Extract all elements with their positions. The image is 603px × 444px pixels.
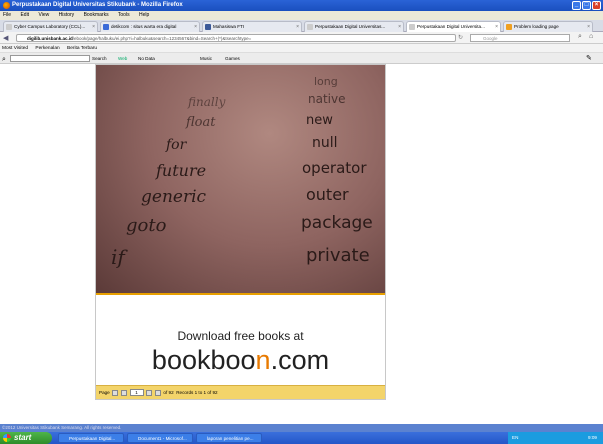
start-button[interactable]: start: [0, 432, 52, 444]
tab-detikcom[interactable]: detikcom : situs warta era digital ×: [100, 21, 200, 32]
tab-problem-loading[interactable]: Problem loading page ×: [503, 21, 593, 32]
first-page-button[interactable]: [112, 389, 119, 396]
close-tab-icon[interactable]: ×: [92, 22, 95, 32]
clock: 9:09: [588, 435, 597, 440]
menu-edit[interactable]: Edit: [20, 12, 29, 18]
page-icon: [6, 24, 12, 30]
cover-word: float: [186, 115, 216, 130]
bookmark-berita-terbaru[interactable]: Berita Terbaru: [67, 46, 97, 51]
menu-view[interactable]: View: [38, 12, 49, 18]
cover-word: if: [111, 245, 125, 269]
search-placeholder: Google: [483, 36, 498, 41]
cover-word: operator: [302, 159, 367, 177]
wrench-icon[interactable]: ✎: [586, 53, 592, 64]
ebook-viewer: finally float for future generic goto if…: [95, 64, 386, 400]
system-tray: EN 9:09: [508, 432, 603, 444]
close-tab-icon[interactable]: ×: [587, 22, 590, 32]
status-bar: ©2012 Universitas Stikubank Semarang. Al…: [0, 424, 603, 432]
toolbar-no-data[interactable]: No Data: [138, 53, 155, 64]
cover-word: null: [312, 135, 338, 151]
warning-icon: [506, 24, 512, 30]
firefox-icon: [3, 2, 10, 9]
url-path: /ebook/page/halbuku/ei.php?i=halbuku&sea…: [72, 36, 252, 41]
page-content: finally float for future generic goto if…: [0, 64, 603, 424]
task-word-document[interactable]: Document1 - Microsof...: [127, 433, 193, 443]
page-icon: [307, 24, 313, 30]
page-number-input[interactable]: 1: [129, 389, 144, 397]
cover-word: generic: [141, 187, 207, 207]
toolbar-web[interactable]: Web: [118, 53, 127, 64]
addon-toolbar: ⌕ Search Web No Data Music Games ✎: [0, 53, 603, 64]
tab-mahasiswa-fti[interactable]: Mahasiswa FTI ×: [202, 21, 302, 32]
ad-tagline: Download free books at: [177, 329, 304, 343]
pagination-bar: Page 1 of 92 Records 1 to 1 of 92: [96, 385, 385, 399]
page-icon: [103, 24, 109, 30]
window-title: Perpustakaan Digital Universitas Stikuba…: [12, 2, 183, 8]
task-firefox[interactable]: Perpustakaan Digital...: [58, 433, 124, 443]
toolbar-search[interactable]: Search: [92, 53, 107, 64]
close-tab-icon[interactable]: ×: [194, 22, 197, 32]
page-count: of 92: [163, 390, 174, 395]
page-label: Page: [99, 390, 110, 395]
cover-word: new: [306, 113, 333, 128]
close-tab-icon[interactable]: ×: [495, 22, 498, 32]
records-info: Records 1 to 1 of 92: [176, 390, 218, 395]
menu-help[interactable]: Help: [139, 12, 149, 18]
bookmark-perkenalan[interactable]: Perkenalan: [35, 46, 59, 51]
page-icon: [409, 24, 415, 30]
prev-page-button[interactable]: [121, 389, 128, 396]
tab-perpustakaan-1[interactable]: Perpustakaan Digital Universitas... ×: [304, 21, 404, 32]
book-cover-image: finally float for future generic goto if…: [96, 65, 385, 293]
facebook-icon: [205, 24, 211, 30]
minimize-button[interactable]: _: [572, 1, 581, 10]
bookmarks-bar: Most Visited Perkenalan Berita Terbaru: [0, 44, 603, 53]
menu-tools[interactable]: Tools: [118, 12, 130, 18]
last-page-button[interactable]: [155, 389, 162, 396]
tab-bar: Cyber Campus Laboratory (CCL)... × detik…: [0, 20, 603, 32]
close-tab-icon[interactable]: ×: [398, 22, 401, 32]
url-domain: digilib.unisbank.ac.id: [27, 36, 73, 41]
cover-word: for: [166, 137, 187, 153]
cover-word: future: [156, 161, 207, 180]
reload-icon[interactable]: ↻: [458, 34, 463, 41]
window-titlebar[interactable]: Perpustakaan Digital Universitas Stikuba…: [0, 0, 603, 11]
footer-copyright: ©2012 Universitas Stikubank Semarang. Al…: [2, 425, 122, 430]
tab-ccl[interactable]: Cyber Campus Laboratory (CCL)... ×: [3, 21, 98, 32]
navigation-bar: ◀ digilib.unisbank.ac.id/ebook/page/halb…: [0, 32, 603, 44]
cover-word: package: [301, 213, 373, 233]
menu-history[interactable]: History: [59, 12, 75, 18]
bookboon-ad[interactable]: Download free books at bookboon.com: [96, 293, 385, 385]
task-word-laporan[interactable]: laporan penelitian pe...: [196, 433, 262, 443]
toolbar-music[interactable]: Music: [200, 53, 212, 64]
next-page-button[interactable]: [145, 389, 152, 396]
close-button[interactable]: ×: [592, 1, 601, 10]
cover-word: private: [306, 245, 370, 266]
menu-file[interactable]: File: [3, 12, 11, 18]
home-icon[interactable]: ⌂: [589, 33, 593, 40]
tab-perpustakaan-active[interactable]: Perpustakaan Digital Universita... ×: [406, 21, 501, 32]
toolbar-games[interactable]: Games: [225, 53, 240, 64]
search-input[interactable]: Google: [470, 34, 570, 42]
cover-word: goto: [126, 215, 167, 236]
cover-word: native: [308, 92, 346, 106]
language-indicator[interactable]: EN: [512, 432, 518, 444]
windows-taskbar: start Perpustakaan Digital... Document1 …: [0, 432, 603, 444]
windows-logo-icon: [3, 434, 11, 442]
menu-bar: File Edit View History Bookmarks Tools H…: [0, 11, 603, 20]
close-tab-icon[interactable]: ×: [296, 22, 299, 32]
cover-word: finally: [188, 95, 226, 109]
cover-word: outer: [306, 185, 349, 204]
menu-bookmarks[interactable]: Bookmarks: [84, 12, 109, 18]
bookboon-logo: bookboon.com: [151, 345, 330, 375]
search-icon[interactable]: ⌕: [578, 33, 582, 41]
cover-word: long: [314, 75, 338, 88]
back-arrow-icon[interactable]: ◀: [3, 34, 8, 42]
bookmark-most-visited[interactable]: Most Visited: [2, 46, 28, 51]
url-bar[interactable]: digilib.unisbank.ac.id/ebook/page/halbuk…: [16, 34, 456, 42]
toolbar-search-input[interactable]: [10, 55, 90, 62]
maximize-button[interactable]: □: [582, 1, 591, 10]
